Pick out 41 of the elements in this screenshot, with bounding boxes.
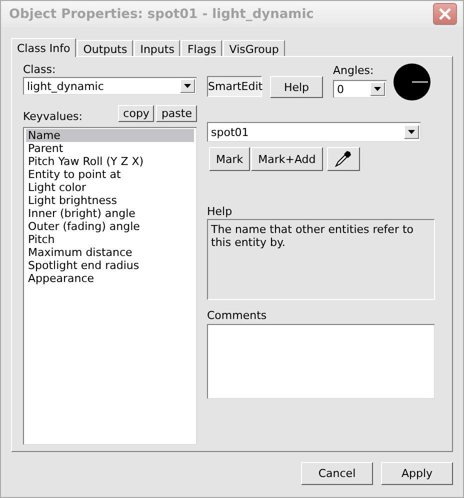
tab[interactable]: VisGroup <box>223 40 285 56</box>
keyvalue-item[interactable]: Maximum distance <box>26 246 194 259</box>
keyvalue-item[interactable]: Entity to point at <box>26 168 194 181</box>
keyvalue-item[interactable]: Name <box>26 129 194 142</box>
comments-field[interactable] <box>207 324 435 399</box>
close-button[interactable] <box>433 3 457 25</box>
keyvalue-item[interactable]: Outer (fading) angle <box>26 220 194 233</box>
keyvalue-item[interactable]: Light color <box>26 181 194 194</box>
tab[interactable]: Class Info <box>11 38 76 57</box>
keyvalue-item[interactable]: Light brightness <box>26 194 194 207</box>
keyvalue-item[interactable]: Spotlight end radius <box>26 259 194 272</box>
help-button[interactable]: Help <box>270 76 323 98</box>
comments-label: Comments <box>207 309 268 323</box>
apply-button[interactable]: Apply <box>381 462 453 485</box>
eyedropper-icon <box>334 150 352 168</box>
angle-dial-icon[interactable] <box>393 63 431 101</box>
cancel-button[interactable]: Cancel <box>301 462 373 485</box>
copy-button[interactable]: copy <box>118 104 154 122</box>
class-dropdown[interactable]: light_dynamic <box>23 77 197 95</box>
keyvalue-item[interactable]: Parent <box>26 142 194 155</box>
value-dropdown[interactable]: spot01 <box>207 122 421 142</box>
close-icon <box>439 8 451 20</box>
class-label: Class: <box>23 63 57 77</box>
tab[interactable]: Inputs <box>134 40 180 56</box>
mark-add-button[interactable]: Mark+Add <box>251 147 323 171</box>
mark-button[interactable]: Mark <box>209 147 250 171</box>
angles-label: Angles: <box>333 64 375 78</box>
help-text: The name that other entities refer to this entity by. <box>207 219 435 300</box>
eyedropper-button[interactable] <box>326 147 360 171</box>
keyvalue-item[interactable]: Pitch Yaw Roll (Y Z X) <box>26 155 194 168</box>
angles-dropdown[interactable]: 0 <box>333 80 387 98</box>
keyvalue-item[interactable]: Appearance <box>26 272 194 285</box>
smartedit-button[interactable]: SmartEdit <box>207 76 262 97</box>
keyvalues-label: Keyvalues: <box>23 110 82 124</box>
keyvalue-item[interactable]: Pitch <box>26 233 194 246</box>
keyvalue-item[interactable]: Inner (bright) angle <box>26 207 194 220</box>
window-title: Object Properties: spot01 - light_dynamic <box>9 6 314 22</box>
help-label: Help <box>207 205 234 219</box>
paste-button[interactable]: paste <box>156 104 197 122</box>
tab[interactable]: Outputs <box>77 40 134 56</box>
tab[interactable]: Flags <box>181 40 222 56</box>
